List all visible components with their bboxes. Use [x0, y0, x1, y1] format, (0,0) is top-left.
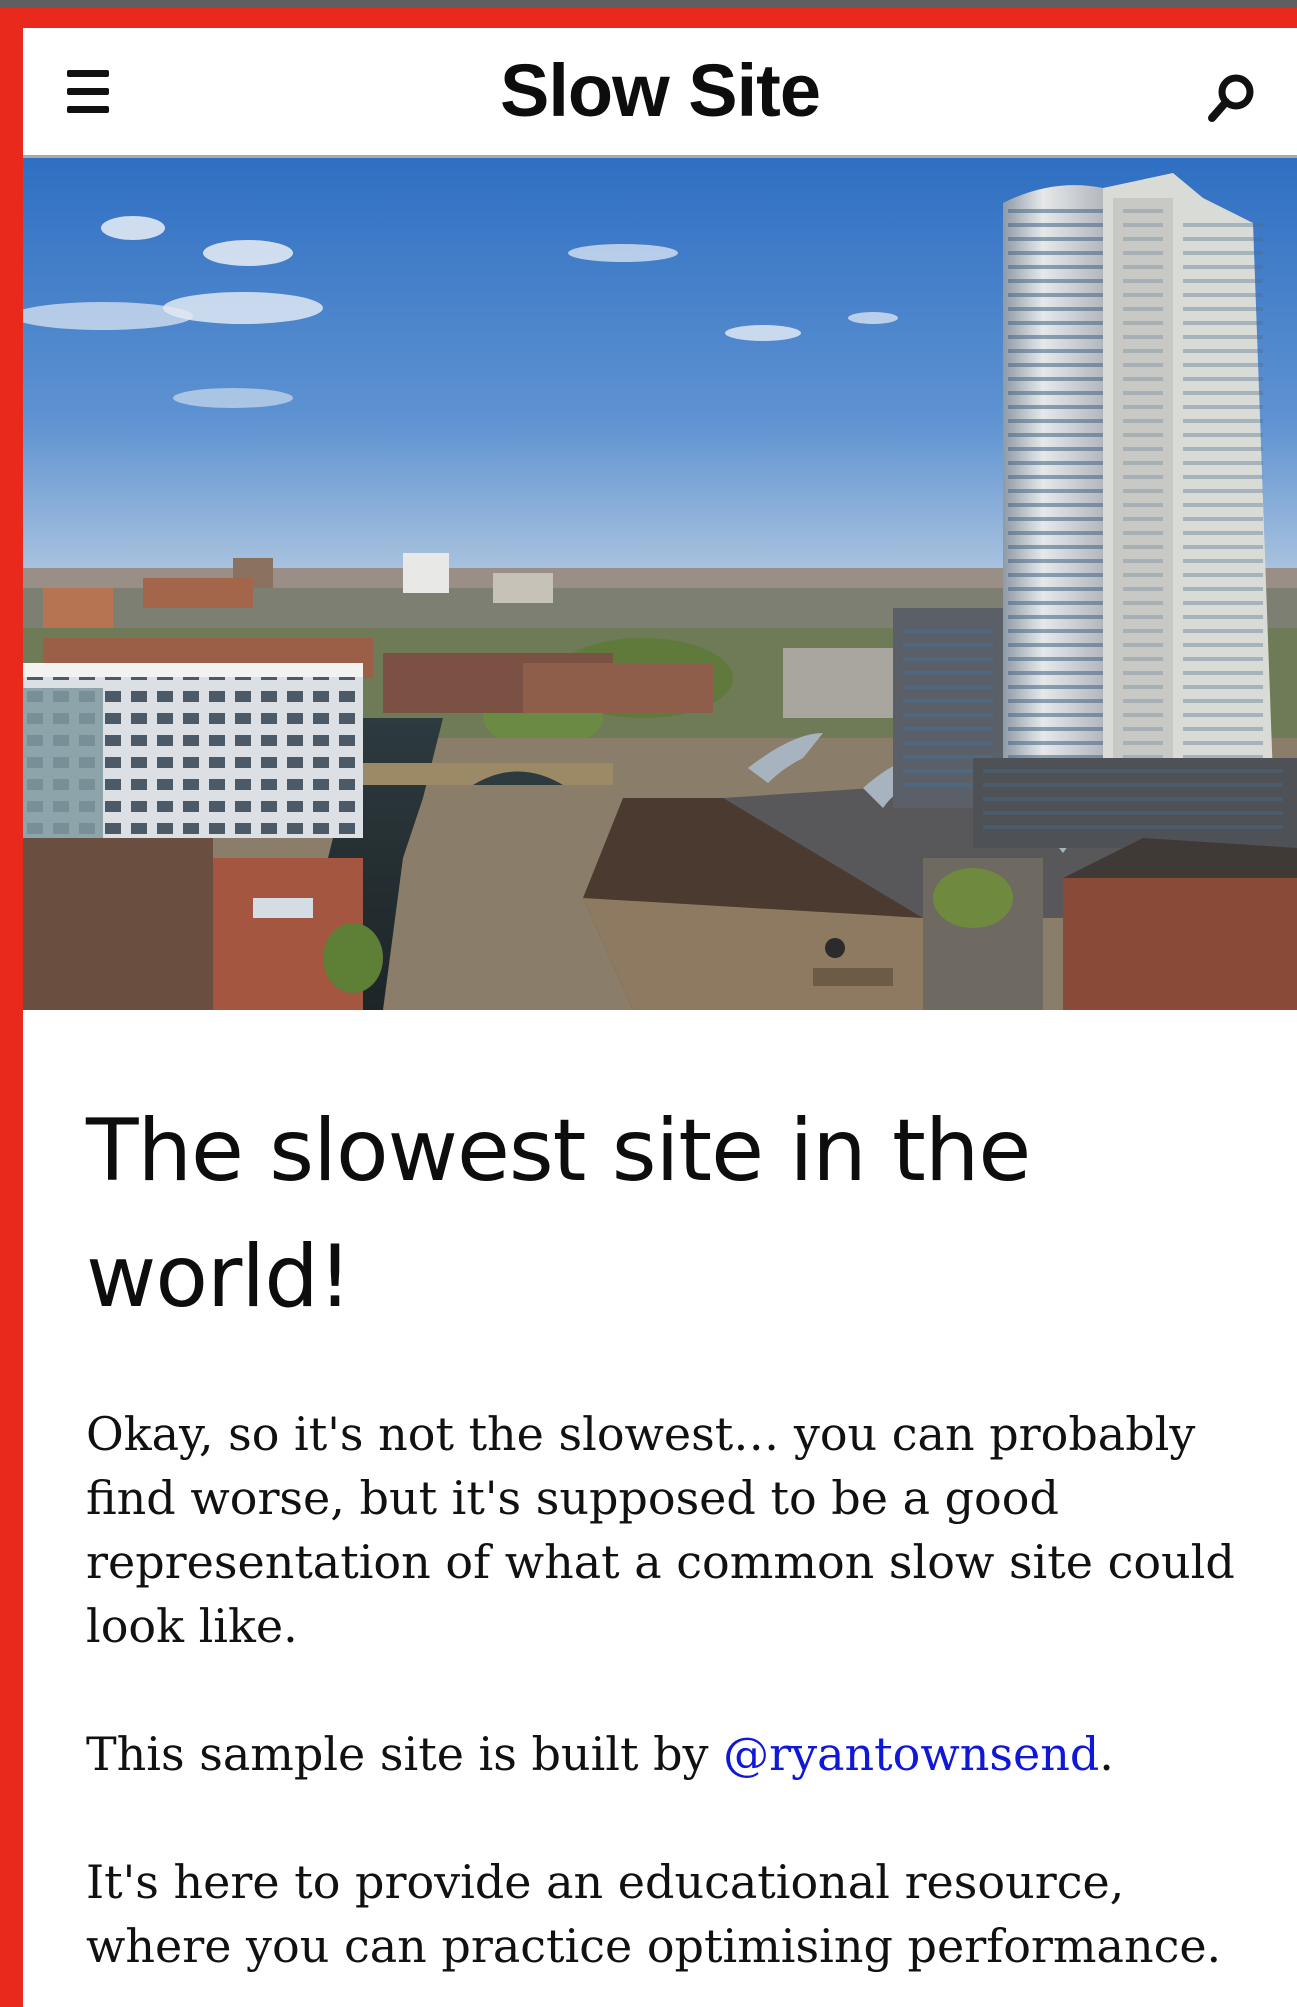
author-text: This sample site is built by — [86, 1727, 724, 1781]
author-period: . — [1099, 1727, 1114, 1781]
intro-emphasis: the — [468, 1407, 544, 1461]
purpose-paragraph: It's here to provide an educational reso… — [86, 1855, 1222, 1973]
site-title[interactable]: Slow Site — [23, 50, 1297, 132]
intro-paragraph: Okay, so it's not the slowest… you can p… — [86, 1402, 1246, 1658]
article-headline: The slowest site in the world! — [86, 1101, 1031, 1327]
site-header: Slow Site — [23, 28, 1297, 158]
author-paragraph: This sample site is built by @ryantownse… — [86, 1722, 1246, 1786]
article-content: The slowest site in the world! Okay, so … — [86, 1088, 1246, 1978]
page-frame: Slow Site The slowest site in the world!… — [23, 28, 1297, 2007]
search-icon[interactable] — [1203, 70, 1261, 128]
top-strip — [0, 0, 1297, 8]
intro-text-start: Okay, so it's not — [86, 1407, 469, 1461]
hero-image — [23, 158, 1297, 1010]
author-link[interactable]: @ryantownsend — [723, 1727, 1099, 1781]
